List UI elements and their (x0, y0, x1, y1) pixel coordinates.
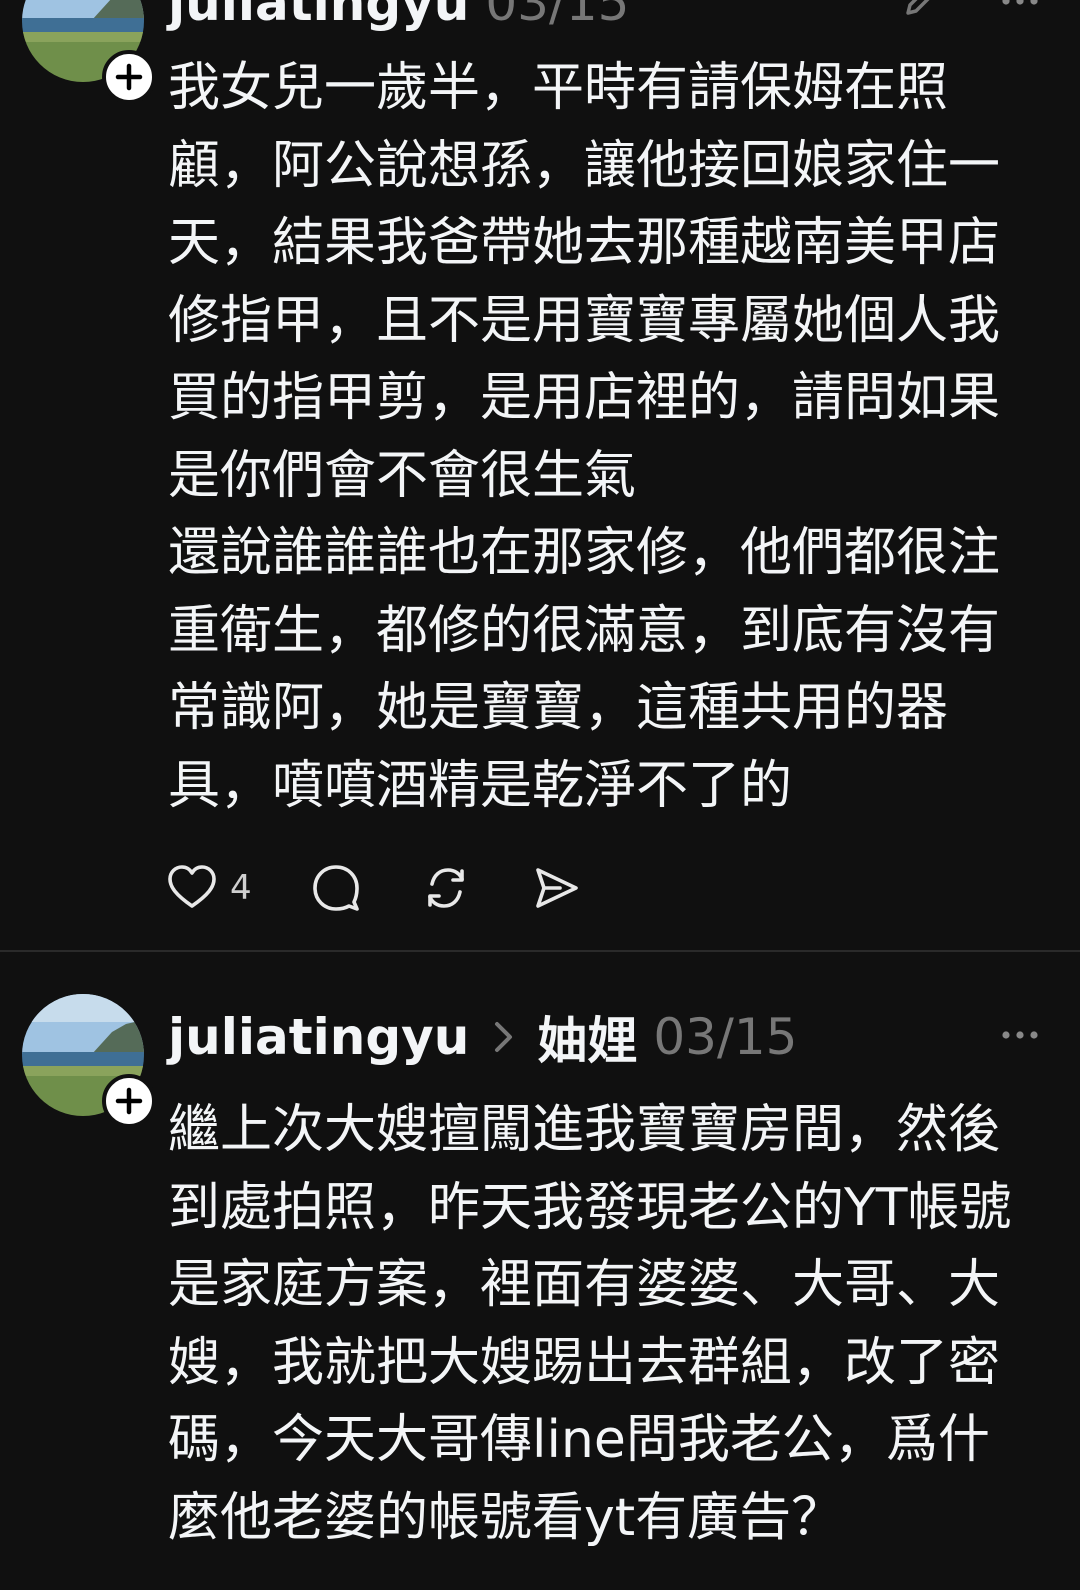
heart-icon (168, 865, 216, 908)
plus-icon (115, 63, 143, 91)
share-button[interactable] (530, 862, 582, 914)
edit-icon[interactable] (900, 0, 940, 25)
post-divider (0, 950, 1080, 952)
more-icon[interactable] (998, 1013, 1042, 1061)
post-actions: 4 (166, 862, 640, 914)
topic-tag[interactable]: 妯娌 (537, 1001, 637, 1073)
follow-button[interactable] (102, 1074, 156, 1128)
follow-button[interactable] (102, 50, 156, 104)
like-count: 4 (230, 868, 252, 908)
like-button[interactable]: 4 (166, 862, 252, 914)
username[interactable]: juliatingyu (168, 0, 469, 32)
comment-button[interactable] (310, 862, 362, 914)
post-body: 我女兒一歲半，平時有請保姆在照 顧，阿公說想孫，讓他接回娘家住一 天，結果我爸帶… (168, 58, 1001, 816)
post-body: 繼上次大嫂擅闖進我寶寶房間，然後 到處拍照，昨天我發現老公的YT帳號 是家庭方案… (168, 1100, 1012, 1548)
chevron-right-icon (493, 1020, 515, 1054)
post[interactable]: juliatingyu 妯娌 03/15 繼上次大嫂擅闖進我寶寶房間，然後 到處… (0, 990, 1080, 1590)
post-header: juliatingyu 03/15 (168, 0, 1050, 38)
share-icon (535, 868, 578, 908)
post-header: juliatingyu 妯娌 03/15 (168, 1002, 1050, 1072)
plus-icon (115, 1087, 143, 1115)
post-date: 03/15 (485, 0, 630, 32)
repost-icon (427, 868, 464, 908)
username[interactable]: juliatingyu (168, 1008, 469, 1066)
repost-button[interactable] (420, 862, 472, 914)
comment-icon (312, 865, 359, 911)
post-date: 03/15 (653, 1008, 798, 1066)
more-icon[interactable] (998, 0, 1042, 27)
post[interactable]: juliatingyu 03/15 我女兒一歲半，平時有請保姆在照 顧，阿公說想… (0, 0, 1080, 950)
